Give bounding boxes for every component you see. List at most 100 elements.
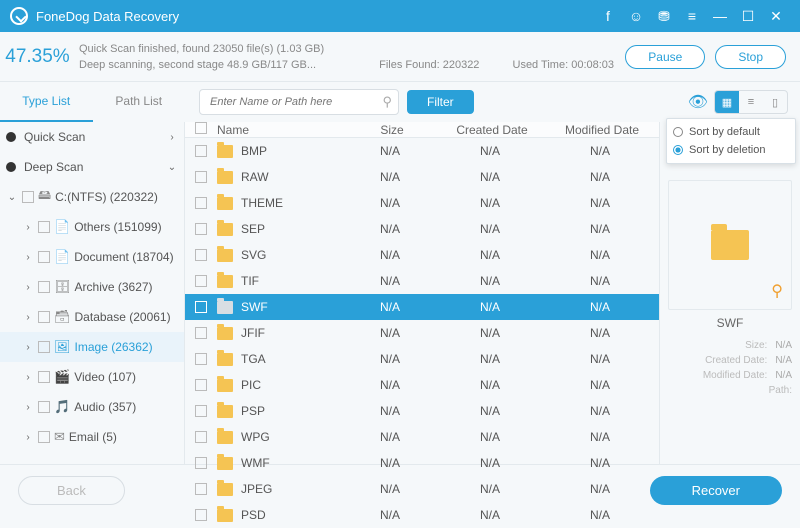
tree-item[interactable]: ›✉Email (5) <box>0 422 184 452</box>
folder-icon <box>217 301 233 314</box>
status-line2: Deep scanning, second stage 48.9 GB/117 … <box>79 59 316 71</box>
row-checkbox[interactable] <box>195 145 207 157</box>
tree-drive[interactable]: ⌄🖴C:(NTFS) (220322) <box>0 182 184 212</box>
col-modified[interactable]: Modified Date <box>547 123 657 137</box>
folder-icon <box>217 483 233 496</box>
folder-icon <box>217 223 233 236</box>
preview-panel: Sort by default Sort by deletion ⚲ SWF S… <box>660 122 800 464</box>
row-checkbox[interactable] <box>195 327 207 339</box>
tab-type-list[interactable]: Type List <box>0 82 93 122</box>
col-name[interactable]: Name <box>217 123 347 137</box>
preview-box: ⚲ <box>668 180 792 310</box>
titlebar: FoneDog Data Recovery f ☺ ⛃ ≡ — ☐ ✕ <box>0 0 800 32</box>
table-row[interactable]: BMPN/AN/AN/A <box>185 138 659 164</box>
row-checkbox[interactable] <box>195 171 207 183</box>
toolbar: Type List Path List ⚲ Filter 👁 ▦ ≡ ▯ <box>0 82 800 122</box>
table-row[interactable]: PSPN/AN/AN/A <box>185 398 659 424</box>
tree-item[interactable]: ›📄Others (151099) <box>0 212 184 242</box>
row-checkbox[interactable] <box>195 431 207 443</box>
back-button[interactable]: Back <box>18 476 125 505</box>
table-row[interactable]: JPEGN/AN/AN/A <box>185 476 659 502</box>
table-row[interactable]: PSDN/AN/AN/A <box>185 502 659 528</box>
row-checkbox[interactable] <box>195 457 207 469</box>
folder-icon <box>217 249 233 262</box>
row-checkbox[interactable] <box>195 249 207 261</box>
tree-item[interactable]: ›🎵Audio (357) <box>0 392 184 422</box>
row-checkbox[interactable] <box>195 379 207 391</box>
folder-icon <box>217 275 233 288</box>
pause-button[interactable]: Pause <box>625 45 705 69</box>
preview-toggle-icon[interactable]: 👁 <box>688 92 708 112</box>
gift-icon[interactable]: ⛃ <box>650 8 678 25</box>
folder-icon <box>217 145 233 158</box>
tree-panel: Quick Scan› Deep Scan⌄ ⌄🖴C:(NTFS) (22032… <box>0 122 185 464</box>
facebook-icon[interactable]: f <box>594 8 622 24</box>
preview-name: SWF <box>668 316 792 330</box>
row-checkbox[interactable] <box>195 405 207 417</box>
table-row[interactable]: SVGN/AN/AN/A <box>185 242 659 268</box>
app-logo-icon <box>10 7 28 25</box>
table-row[interactable]: WMFN/AN/AN/A <box>185 450 659 476</box>
folder-icon <box>217 457 233 470</box>
col-created[interactable]: Created Date <box>437 123 547 137</box>
search-icon[interactable]: ⚲ <box>382 94 392 110</box>
table-row[interactable]: TGAN/AN/AN/A <box>185 346 659 372</box>
status-bar: 47.35% Quick Scan finished, found 23050 … <box>0 32 800 82</box>
menu-icon[interactable]: ≡ <box>678 8 706 24</box>
recover-button[interactable]: Recover <box>650 476 782 505</box>
folder-icon <box>217 379 233 392</box>
table-row[interactable]: TIFN/AN/AN/A <box>185 268 659 294</box>
tree-item[interactable]: ›🎬Video (107) <box>0 362 184 392</box>
tab-path-list[interactable]: Path List <box>93 82 186 122</box>
table-row[interactable]: SEPN/AN/AN/A <box>185 216 659 242</box>
sort-menu: Sort by default Sort by deletion <box>666 118 796 164</box>
status-line1: Quick Scan finished, found 23050 file(s)… <box>79 43 625 55</box>
close-icon[interactable]: ✕ <box>762 8 790 25</box>
minimize-icon[interactable]: — <box>706 8 734 24</box>
table-row[interactable]: RAWN/AN/AN/A <box>185 164 659 190</box>
table-row[interactable]: WPGN/AN/AN/A <box>185 424 659 450</box>
tree-deep-scan[interactable]: Deep Scan⌄ <box>0 152 184 182</box>
sort-default[interactable]: Sort by default <box>673 123 789 141</box>
sort-deletion[interactable]: Sort by deletion <box>673 141 789 159</box>
view-grid-icon[interactable]: ▦ <box>715 91 739 113</box>
folder-icon <box>711 230 749 260</box>
folder-icon <box>217 353 233 366</box>
tree-item[interactable]: ›🖼Image (26362) <box>0 332 184 362</box>
row-checkbox[interactable] <box>195 275 207 287</box>
search-box: ⚲ <box>199 89 399 115</box>
row-checkbox[interactable] <box>195 353 207 365</box>
table-row[interactable]: PICN/AN/AN/A <box>185 372 659 398</box>
folder-icon <box>217 509 233 522</box>
tree-quick-scan[interactable]: Quick Scan› <box>0 122 184 152</box>
row-checkbox[interactable] <box>195 301 207 313</box>
maximize-icon[interactable]: ☐ <box>734 8 762 25</box>
tree-item[interactable]: ›📄Document (18704) <box>0 242 184 272</box>
select-all-checkbox[interactable] <box>195 122 207 134</box>
folder-icon <box>217 171 233 184</box>
feedback-icon[interactable]: ☺ <box>622 8 650 24</box>
row-checkbox[interactable] <box>195 483 207 495</box>
row-checkbox[interactable] <box>195 197 207 209</box>
filter-button[interactable]: Filter <box>407 90 474 114</box>
table-row[interactable]: THEMEN/AN/AN/A <box>185 190 659 216</box>
magnify-icon[interactable]: ⚲ <box>771 281 783 301</box>
view-list-icon[interactable]: ≡ <box>739 91 763 113</box>
file-list: Name Size Created Date Modified Date BMP… <box>185 122 660 464</box>
app-title: FoneDog Data Recovery <box>36 9 179 24</box>
stop-button[interactable]: Stop <box>715 45 786 69</box>
view-detail-icon[interactable]: ▯ <box>763 91 787 113</box>
col-size[interactable]: Size <box>347 123 437 137</box>
search-input[interactable] <box>199 89 399 115</box>
folder-icon <box>217 327 233 340</box>
folder-icon <box>217 197 233 210</box>
progress-pct: 47.35% <box>0 46 75 68</box>
table-row[interactable]: SWFN/AN/AN/A <box>185 294 659 320</box>
row-checkbox[interactable] <box>195 223 207 235</box>
folder-icon <box>217 431 233 444</box>
table-row[interactable]: JFIFN/AN/AN/A <box>185 320 659 346</box>
tree-item[interactable]: ›🗄Archive (3627) <box>0 272 184 302</box>
folder-icon <box>217 405 233 418</box>
tree-item[interactable]: ›🗃Database (20061) <box>0 302 184 332</box>
row-checkbox[interactable] <box>195 509 207 521</box>
